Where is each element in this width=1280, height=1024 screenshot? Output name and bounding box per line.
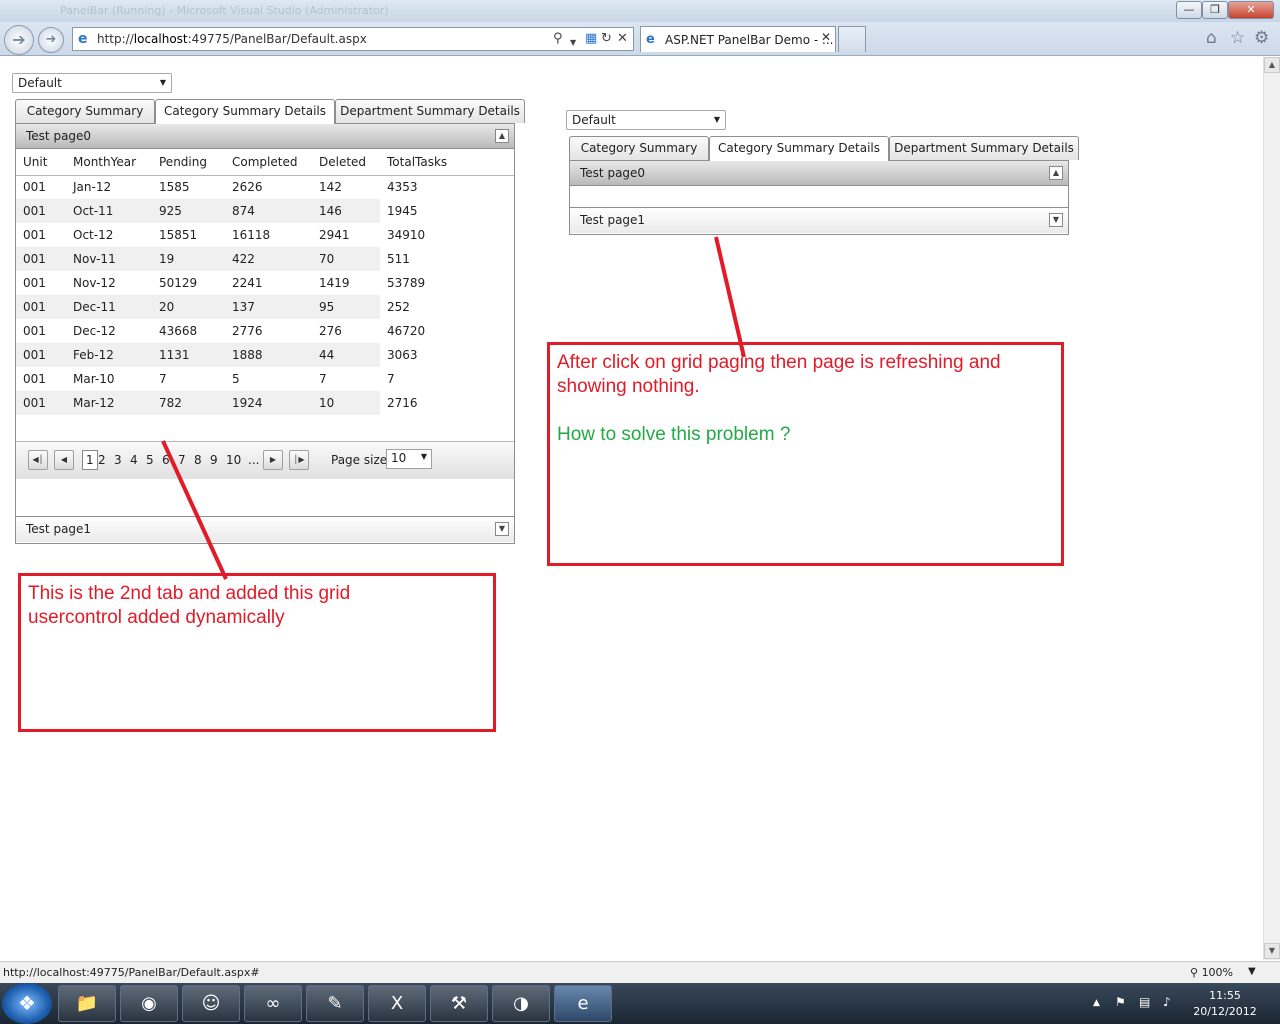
internet-explorer-icon[interactable]: e [554,985,612,1022]
firefox-icon[interactable]: ◉ [120,985,178,1022]
annotation-line-2: usercontrol added dynamically [28,607,285,628]
annotation-line-right [714,236,746,358]
explorer-icon[interactable]: 📁 [58,985,116,1022]
zoom-icon: ⚲ [1190,966,1199,979]
visual-studio-icon[interactable]: ∞ [244,985,302,1022]
annotation-line-1: This is the 2nd tab and added this grid [28,583,351,604]
annotation-line-left [161,440,228,580]
zoom-level[interactable]: ⚲ 100% [1190,966,1233,979]
annotation-line-2: showing nothing. [557,376,700,397]
network-icon[interactable]: ▤ [1139,995,1150,1009]
annotation-box-right: After click on grid paging then page is … [547,342,1064,566]
annotation-question: How to solve this problem ? [557,424,791,445]
tab-category-summary-details[interactable]: Category Summary Details [709,136,889,161]
annotation-box-left: This is the 2nd tab and added this grid … [18,573,496,732]
tools-icon[interactable]: ⚒ [430,985,488,1022]
clock-time: 11:55 [1209,989,1241,1002]
messenger-icon[interactable]: ☺ [182,985,240,1022]
project-icon[interactable]: ✎ [306,985,364,1022]
volume-muted-icon[interactable]: ♪ [1163,995,1171,1009]
tray-expand-icon[interactable]: ▲ [1093,998,1100,1008]
taskbar: ❖ 📁 ◉ ☺ ∞ ✎ X ⚒ ◑ e ▲ ⚑ ▤ ♪ 11:55 20/12/… [0,983,1280,1024]
action-center-icon[interactable]: ⚑ [1115,995,1126,1009]
status-text: http://localhost:49775/PanelBar/Default.… [3,966,260,979]
zoom-dropdown-icon[interactable]: ▼ [1248,966,1256,977]
paint-icon[interactable]: ◑ [492,985,550,1022]
excel-icon[interactable]: X [368,985,426,1022]
status-bar: http://localhost:49775/PanelBar/Default.… [0,961,1280,983]
annotation-text-left: This is the 2nd tab and added this grid … [28,582,350,630]
start-button[interactable]: ❖ [2,983,52,1024]
system-clock[interactable]: 11:55 20/12/2012 [1192,988,1258,1020]
clock-date: 20/12/2012 [1193,1005,1257,1018]
annotation-line-1: After click on grid paging then page is … [557,352,1001,373]
annotation-text-right: After click on grid paging then page is … [557,351,1001,447]
tab-category-summary-details[interactable]: Category Summary Details [155,99,335,124]
